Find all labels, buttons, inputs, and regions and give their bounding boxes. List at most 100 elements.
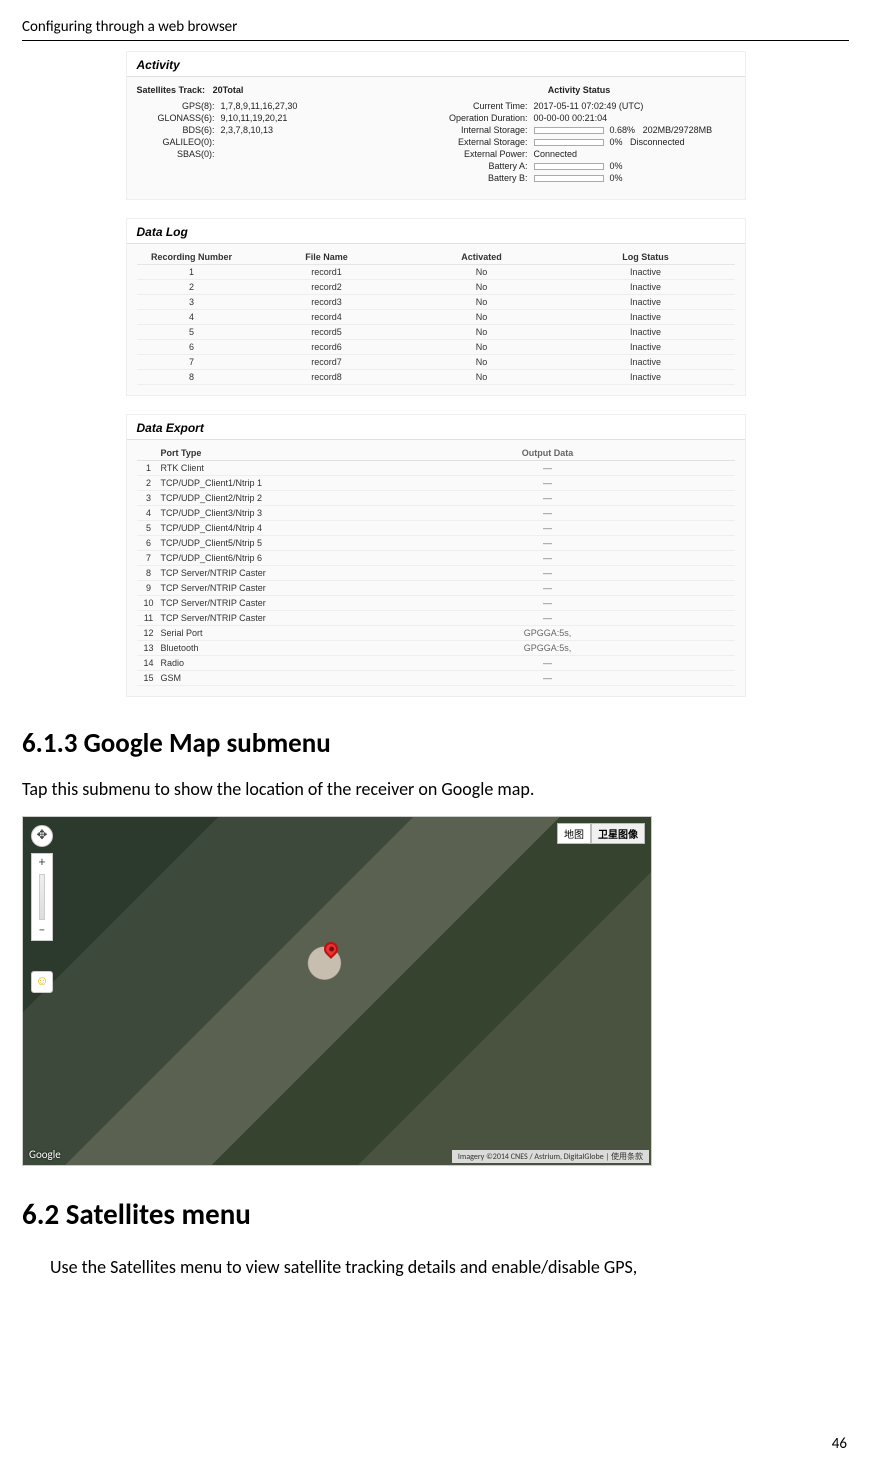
map-pan-control[interactable]: ✥ [31, 825, 53, 847]
dataexport-row: 13BluetoothGPGGA:5s, [137, 641, 735, 656]
dataexport-cell-index: 15 [137, 673, 161, 683]
dataexport-cell-index: 10 [137, 598, 161, 608]
dataexport-cell-output: — [361, 583, 735, 593]
dataexport-cell-output: GPGGA:5s, [361, 643, 735, 653]
datalog-cell-filename: record7 [247, 357, 407, 367]
status-value: 2017-05-11 07:02:49 (UTC) [534, 101, 735, 111]
dataexport-cell-output: — [361, 553, 735, 563]
dataexport-cell-porttype: Bluetooth [161, 643, 361, 653]
dataexport-cell-porttype: TCP/UDP_Client3/Ntrip 3 [161, 508, 361, 518]
dataexport-row: 10TCP Server/NTRIP Caster— [137, 596, 735, 611]
dataexport-cell-index: 9 [137, 583, 161, 593]
status-value: 0% [610, 161, 735, 171]
dataexport-cell-index: 1 [137, 463, 161, 473]
dataexport-panel: Data Export Port Type Output Data 1RTK C… [126, 414, 746, 697]
datalog-cell-status: Inactive [557, 372, 735, 382]
heading-6-2: 6.2 Satellites menu [22, 1196, 849, 1232]
sat-track-label: Satellites Track: [137, 85, 206, 95]
status-value: 0% [610, 173, 735, 183]
datalog-cell-recnum: 1 [137, 267, 247, 277]
dataexport-cell-porttype: TCP/UDP_Client2/Ntrip 2 [161, 493, 361, 503]
datalog-cell-recnum: 6 [137, 342, 247, 352]
map-zoom-slider[interactable] [39, 874, 45, 920]
map-streetview-icon[interactable]: ☺ [31, 971, 53, 993]
dataexport-cell-index: 4 [137, 508, 161, 518]
dataexport-header-row: Port Type Output Data [137, 446, 735, 461]
dataexport-cell-porttype: TCP/UDP_Client5/Ntrip 5 [161, 538, 361, 548]
sat-track-row: GLONASS(6):9,10,11,19,20,21 [137, 113, 424, 123]
datalog-row: 8record8NoInactive [137, 370, 735, 385]
status-key: External Power: [424, 149, 534, 159]
dataexport-cell-index: 13 [137, 643, 161, 653]
dataexport-row: 11TCP Server/NTRIP Caster— [137, 611, 735, 626]
map-zoom-in-icon[interactable]: + [32, 854, 52, 872]
map-google-logo: Google [29, 1148, 61, 1161]
dataexport-cell-porttype: TCP/UDP_Client1/Ntrip 1 [161, 478, 361, 488]
datalog-cell-activated: No [407, 282, 557, 292]
datalog-cell-filename: record3 [247, 297, 407, 307]
datalog-row: 2record2NoInactive [137, 280, 735, 295]
datalog-cell-recnum: 8 [137, 372, 247, 382]
datalog-cell-status: Inactive [557, 342, 735, 352]
progress-bar [534, 127, 604, 134]
activity-status-row: External Power:Connected [424, 149, 735, 159]
datalog-row: 6record6NoInactive [137, 340, 735, 355]
map-type-map[interactable]: 地图 [557, 823, 591, 844]
dataexport-cell-index: 2 [137, 478, 161, 488]
dataexport-cell-porttype: TCP/UDP_Client4/Ntrip 4 [161, 523, 361, 533]
datalog-row: 4record4NoInactive [137, 310, 735, 325]
dataexport-cell-porttype: TCP Server/NTRIP Caster [161, 568, 361, 578]
activity-status-column: Activity Status Current Time:2017-05-11 … [424, 85, 735, 185]
dataexport-cell-index: 3 [137, 493, 161, 503]
status-key: Current Time: [424, 101, 534, 111]
status-value: 0.68% 202MB/29728MB [610, 125, 735, 135]
sat-track-row: GALILEO(0): [137, 137, 424, 147]
status-key: Internal Storage: [424, 125, 534, 135]
activity-panel: Activity Satellites Track: 20Total GPS(8… [126, 51, 746, 200]
dataexport-row: 1RTK Client— [137, 461, 735, 476]
dataexport-cell-porttype: TCP Server/NTRIP Caster [161, 613, 361, 623]
dataexport-cell-index: 7 [137, 553, 161, 563]
dataexport-cell-output: — [361, 598, 735, 608]
datalog-cell-activated: No [407, 357, 557, 367]
map-type-toggle[interactable]: 地图 卫星图像 [557, 823, 645, 844]
datalog-cell-filename: record1 [247, 267, 407, 277]
map-zoom-out-icon[interactable]: − [32, 922, 52, 940]
status-key: Operation Duration: [424, 113, 534, 123]
heading-6-1-3: 6.1.3 Google Map submenu [22, 727, 849, 760]
dataexport-row: 7TCP/UDP_Client6/Ntrip 6— [137, 551, 735, 566]
sat-track-row: SBAS(0): [137, 149, 424, 159]
datalog-cell-activated: No [407, 297, 557, 307]
sat-track-key: GLONASS(6): [137, 113, 221, 123]
status-key: External Storage: [424, 137, 534, 147]
sat-track-key: GALILEO(0): [137, 137, 221, 147]
datalog-cell-activated: No [407, 342, 557, 352]
page-header: Configuring through a web browser [22, 18, 849, 41]
sat-track-value: 2,3,7,8,10,13 [221, 125, 424, 135]
datalog-row: 1record1NoInactive [137, 265, 735, 280]
dataexport-cell-output: GPGGA:5s, [361, 628, 735, 638]
datalog-row: 5record5NoInactive [137, 325, 735, 340]
map-zoom-control[interactable]: + − [31, 853, 53, 941]
sat-track-key: SBAS(0): [137, 149, 221, 159]
dataexport-h-output: Output Data [361, 448, 735, 458]
map-attribution: Imagery ©2014 CNES / Astrium, DigitalGlo… [452, 1150, 649, 1163]
datalog-row: 3record3NoInactive [137, 295, 735, 310]
dataexport-cell-output: — [361, 493, 735, 503]
datalog-cell-status: Inactive [557, 282, 735, 292]
dataexport-cell-porttype: TCP/UDP_Client6/Ntrip 6 [161, 553, 361, 563]
text-6-1-3: Tap this submenu to show the location of… [22, 776, 849, 802]
map-type-satellite[interactable]: 卫星图像 [591, 823, 645, 844]
dataexport-row: 12Serial PortGPGGA:5s, [137, 626, 735, 641]
dataexport-row: 5TCP/UDP_Client4/Ntrip 4— [137, 521, 735, 536]
datalog-cell-filename: record2 [247, 282, 407, 292]
dataexport-row: 15GSM— [137, 671, 735, 686]
sat-track-value [221, 137, 424, 147]
sat-track-key: GPS(8): [137, 101, 221, 111]
datalog-row: 7record7NoInactive [137, 355, 735, 370]
dataexport-cell-output: — [361, 673, 735, 683]
datalog-cell-recnum: 5 [137, 327, 247, 337]
datalog-cell-recnum: 2 [137, 282, 247, 292]
sat-track-value: 1,7,8,9,11,16,27,30 [221, 101, 424, 111]
screenshot-stack: Activity Satellites Track: 20Total GPS(8… [126, 51, 746, 697]
